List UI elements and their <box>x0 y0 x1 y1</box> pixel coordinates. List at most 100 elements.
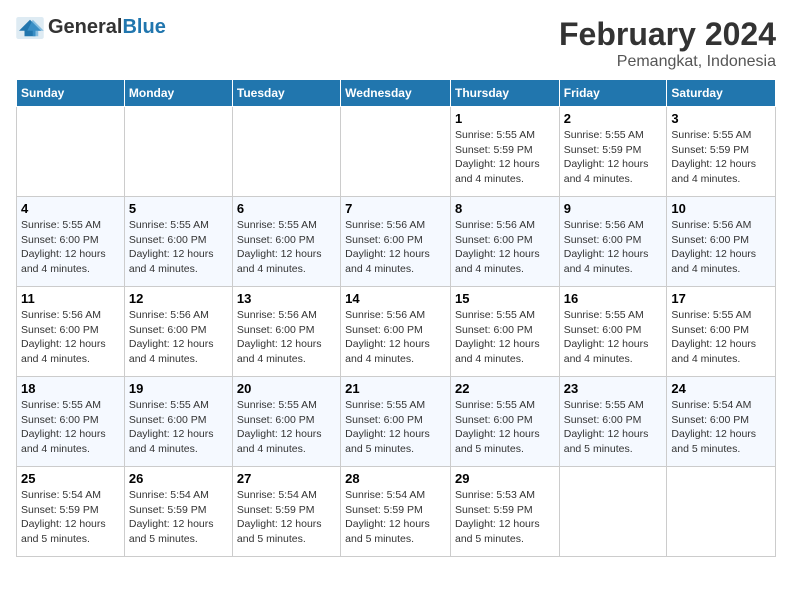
day-number: 28 <box>345 471 446 486</box>
day-number: 10 <box>671 201 771 216</box>
day-info: Sunrise: 5:55 AMSunset: 5:59 PMDaylight:… <box>455 128 555 187</box>
day-info: Sunrise: 5:56 AMSunset: 6:00 PMDaylight:… <box>237 308 336 367</box>
day-info: Sunrise: 5:56 AMSunset: 6:00 PMDaylight:… <box>129 308 228 367</box>
calendar-cell: 28 Sunrise: 5:54 AMSunset: 5:59 PMDayligh… <box>341 467 451 557</box>
day-number: 7 <box>345 201 446 216</box>
calendar-cell: 1 Sunrise: 5:55 AMSunset: 5:59 PMDaylight… <box>450 107 559 197</box>
day-info: Sunrise: 5:55 AMSunset: 6:00 PMDaylight:… <box>345 398 446 457</box>
calendar-cell: 22 Sunrise: 5:55 AMSunset: 6:00 PMDayligh… <box>450 377 559 467</box>
logo-icon <box>16 17 44 39</box>
day-number: 11 <box>21 291 120 306</box>
day-info: Sunrise: 5:54 AMSunset: 5:59 PMDaylight:… <box>129 488 228 547</box>
calendar-cell <box>17 107 125 197</box>
day-info: Sunrise: 5:55 AMSunset: 6:00 PMDaylight:… <box>564 398 663 457</box>
calendar-cell: 6 Sunrise: 5:55 AMSunset: 6:00 PMDaylight… <box>232 197 340 287</box>
day-number: 22 <box>455 381 555 396</box>
day-info: Sunrise: 5:54 AMSunset: 5:59 PMDaylight:… <box>21 488 120 547</box>
calendar-cell <box>559 467 667 557</box>
calendar-cell: 5 Sunrise: 5:55 AMSunset: 6:00 PMDaylight… <box>124 197 232 287</box>
day-number: 8 <box>455 201 555 216</box>
day-number: 13 <box>237 291 336 306</box>
day-number: 23 <box>564 381 663 396</box>
logo-general: General <box>48 16 122 38</box>
day-info: Sunrise: 5:55 AMSunset: 6:00 PMDaylight:… <box>129 218 228 277</box>
day-info: Sunrise: 5:55 AMSunset: 6:00 PMDaylight:… <box>21 398 120 457</box>
day-number: 17 <box>671 291 771 306</box>
calendar-week-5: 25Sunrise: 5:54 AMSunset: 5:59 PMDayligh… <box>17 467 776 557</box>
day-info: Sunrise: 5:55 AMSunset: 6:00 PMDaylight:… <box>564 308 663 367</box>
day-number: 16 <box>564 291 663 306</box>
calendar-cell: 17 Sunrise: 5:55 AMSunset: 6:00 PMDayligh… <box>667 287 776 377</box>
calendar-cell <box>341 107 451 197</box>
calendar-cell: 7 Sunrise: 5:56 AMSunset: 6:00 PMDaylight… <box>341 197 451 287</box>
day-info: Sunrise: 5:55 AMSunset: 6:00 PMDaylight:… <box>455 308 555 367</box>
weekday-header-saturday: Saturday <box>667 80 776 107</box>
calendar-cell: 8 Sunrise: 5:56 AMSunset: 6:00 PMDaylight… <box>450 197 559 287</box>
logo-blue: Blue <box>122 16 165 38</box>
calendar-cell: 25Sunrise: 5:54 AMSunset: 5:59 PMDayligh… <box>17 467 125 557</box>
calendar-cell: 21 Sunrise: 5:55 AMSunset: 6:00 PMDayligh… <box>341 377 451 467</box>
day-number: 5 <box>129 201 228 216</box>
calendar-week-4: 18 Sunrise: 5:55 AMSunset: 6:00 PMDayligh… <box>17 377 776 467</box>
calendar-week-2: 4 Sunrise: 5:55 AMSunset: 6:00 PMDaylight… <box>17 197 776 287</box>
calendar-cell: 12 Sunrise: 5:56 AMSunset: 6:00 PMDayligh… <box>124 287 232 377</box>
calendar-cell: 29Sunrise: 5:53 AMSunset: 5:59 PMDayligh… <box>450 467 559 557</box>
month-title: February 2024 <box>559 16 776 53</box>
calendar-cell: 13 Sunrise: 5:56 AMSunset: 6:00 PMDayligh… <box>232 287 340 377</box>
day-info: Sunrise: 5:55 AMSunset: 6:00 PMDaylight:… <box>455 398 555 457</box>
calendar-week-3: 11 Sunrise: 5:56 AMSunset: 6:00 PMDayligh… <box>17 287 776 377</box>
location-title: Pemangkat, Indonesia <box>559 53 776 71</box>
day-info: Sunrise: 5:56 AMSunset: 6:00 PMDaylight:… <box>345 218 446 277</box>
calendar-cell: 10 Sunrise: 5:56 AMSunset: 6:00 PMDayligh… <box>667 197 776 287</box>
calendar-cell: 19Sunrise: 5:55 AMSunset: 6:00 PMDayligh… <box>124 377 232 467</box>
day-number: 15 <box>455 291 555 306</box>
day-number: 12 <box>129 291 228 306</box>
day-info: Sunrise: 5:54 AMSunset: 6:00 PMDaylight:… <box>671 398 771 457</box>
calendar-cell: 2 Sunrise: 5:55 AMSunset: 5:59 PMDaylight… <box>559 107 667 197</box>
day-number: 1 <box>455 111 555 126</box>
day-number: 19 <box>129 381 228 396</box>
calendar-cell: 9Sunrise: 5:56 AMSunset: 6:00 PMDaylight… <box>559 197 667 287</box>
day-info: Sunrise: 5:54 AMSunset: 5:59 PMDaylight:… <box>237 488 336 547</box>
calendar-week-1: 1 Sunrise: 5:55 AMSunset: 5:59 PMDaylight… <box>17 107 776 197</box>
day-info: Sunrise: 5:55 AMSunset: 6:00 PMDaylight:… <box>671 308 771 367</box>
calendar-cell: 4 Sunrise: 5:55 AMSunset: 6:00 PMDaylight… <box>17 197 125 287</box>
day-info: Sunrise: 5:55 AMSunset: 6:00 PMDaylight:… <box>237 398 336 457</box>
day-info: Sunrise: 5:55 AMSunset: 5:59 PMDaylight:… <box>564 128 663 187</box>
calendar-cell: 27 Sunrise: 5:54 AMSunset: 5:59 PMDayligh… <box>232 467 340 557</box>
title-block: February 2024 Pemangkat, Indonesia <box>559 16 776 71</box>
calendar-cell: 11 Sunrise: 5:56 AMSunset: 6:00 PMDayligh… <box>17 287 125 377</box>
weekday-header-wednesday: Wednesday <box>341 80 451 107</box>
day-number: 18 <box>21 381 120 396</box>
day-info: Sunrise: 5:54 AMSunset: 5:59 PMDaylight:… <box>345 488 446 547</box>
day-info: Sunrise: 5:56 AMSunset: 6:00 PMDaylight:… <box>455 218 555 277</box>
day-info: Sunrise: 5:56 AMSunset: 6:00 PMDaylight:… <box>671 218 771 277</box>
day-number: 9 <box>564 201 663 216</box>
day-number: 3 <box>671 111 771 126</box>
weekday-header-friday: Friday <box>559 80 667 107</box>
weekday-header-thursday: Thursday <box>450 80 559 107</box>
day-info: Sunrise: 5:55 AMSunset: 6:00 PMDaylight:… <box>237 218 336 277</box>
calendar-cell: 26Sunrise: 5:54 AMSunset: 5:59 PMDayligh… <box>124 467 232 557</box>
calendar-cell: 3Sunrise: 5:55 AMSunset: 5:59 PMDaylight… <box>667 107 776 197</box>
day-number: 2 <box>564 111 663 126</box>
day-number: 21 <box>345 381 446 396</box>
day-info: Sunrise: 5:55 AMSunset: 6:00 PMDaylight:… <box>21 218 120 277</box>
day-info: Sunrise: 5:56 AMSunset: 6:00 PMDaylight:… <box>21 308 120 367</box>
calendar-cell: 15 Sunrise: 5:55 AMSunset: 6:00 PMDayligh… <box>450 287 559 377</box>
calendar-table: SundayMondayTuesdayWednesdayThursdayFrid… <box>16 79 776 557</box>
day-number: 4 <box>21 201 120 216</box>
calendar-cell: 18 Sunrise: 5:55 AMSunset: 6:00 PMDayligh… <box>17 377 125 467</box>
calendar-cell: 14Sunrise: 5:56 AMSunset: 6:00 PMDayligh… <box>341 287 451 377</box>
weekday-header-tuesday: Tuesday <box>232 80 340 107</box>
calendar-cell: 23 Sunrise: 5:55 AMSunset: 6:00 PMDayligh… <box>559 377 667 467</box>
day-info: Sunrise: 5:53 AMSunset: 5:59 PMDaylight:… <box>455 488 555 547</box>
calendar-cell: 24Sunrise: 5:54 AMSunset: 6:00 PMDayligh… <box>667 377 776 467</box>
day-number: 6 <box>237 201 336 216</box>
calendar-cell <box>124 107 232 197</box>
page-header: GeneralBlue February 2024 Pemangkat, Ind… <box>16 16 776 71</box>
weekday-header-sunday: Sunday <box>17 80 125 107</box>
calendar-cell <box>667 467 776 557</box>
day-number: 27 <box>237 471 336 486</box>
weekday-header-monday: Monday <box>124 80 232 107</box>
